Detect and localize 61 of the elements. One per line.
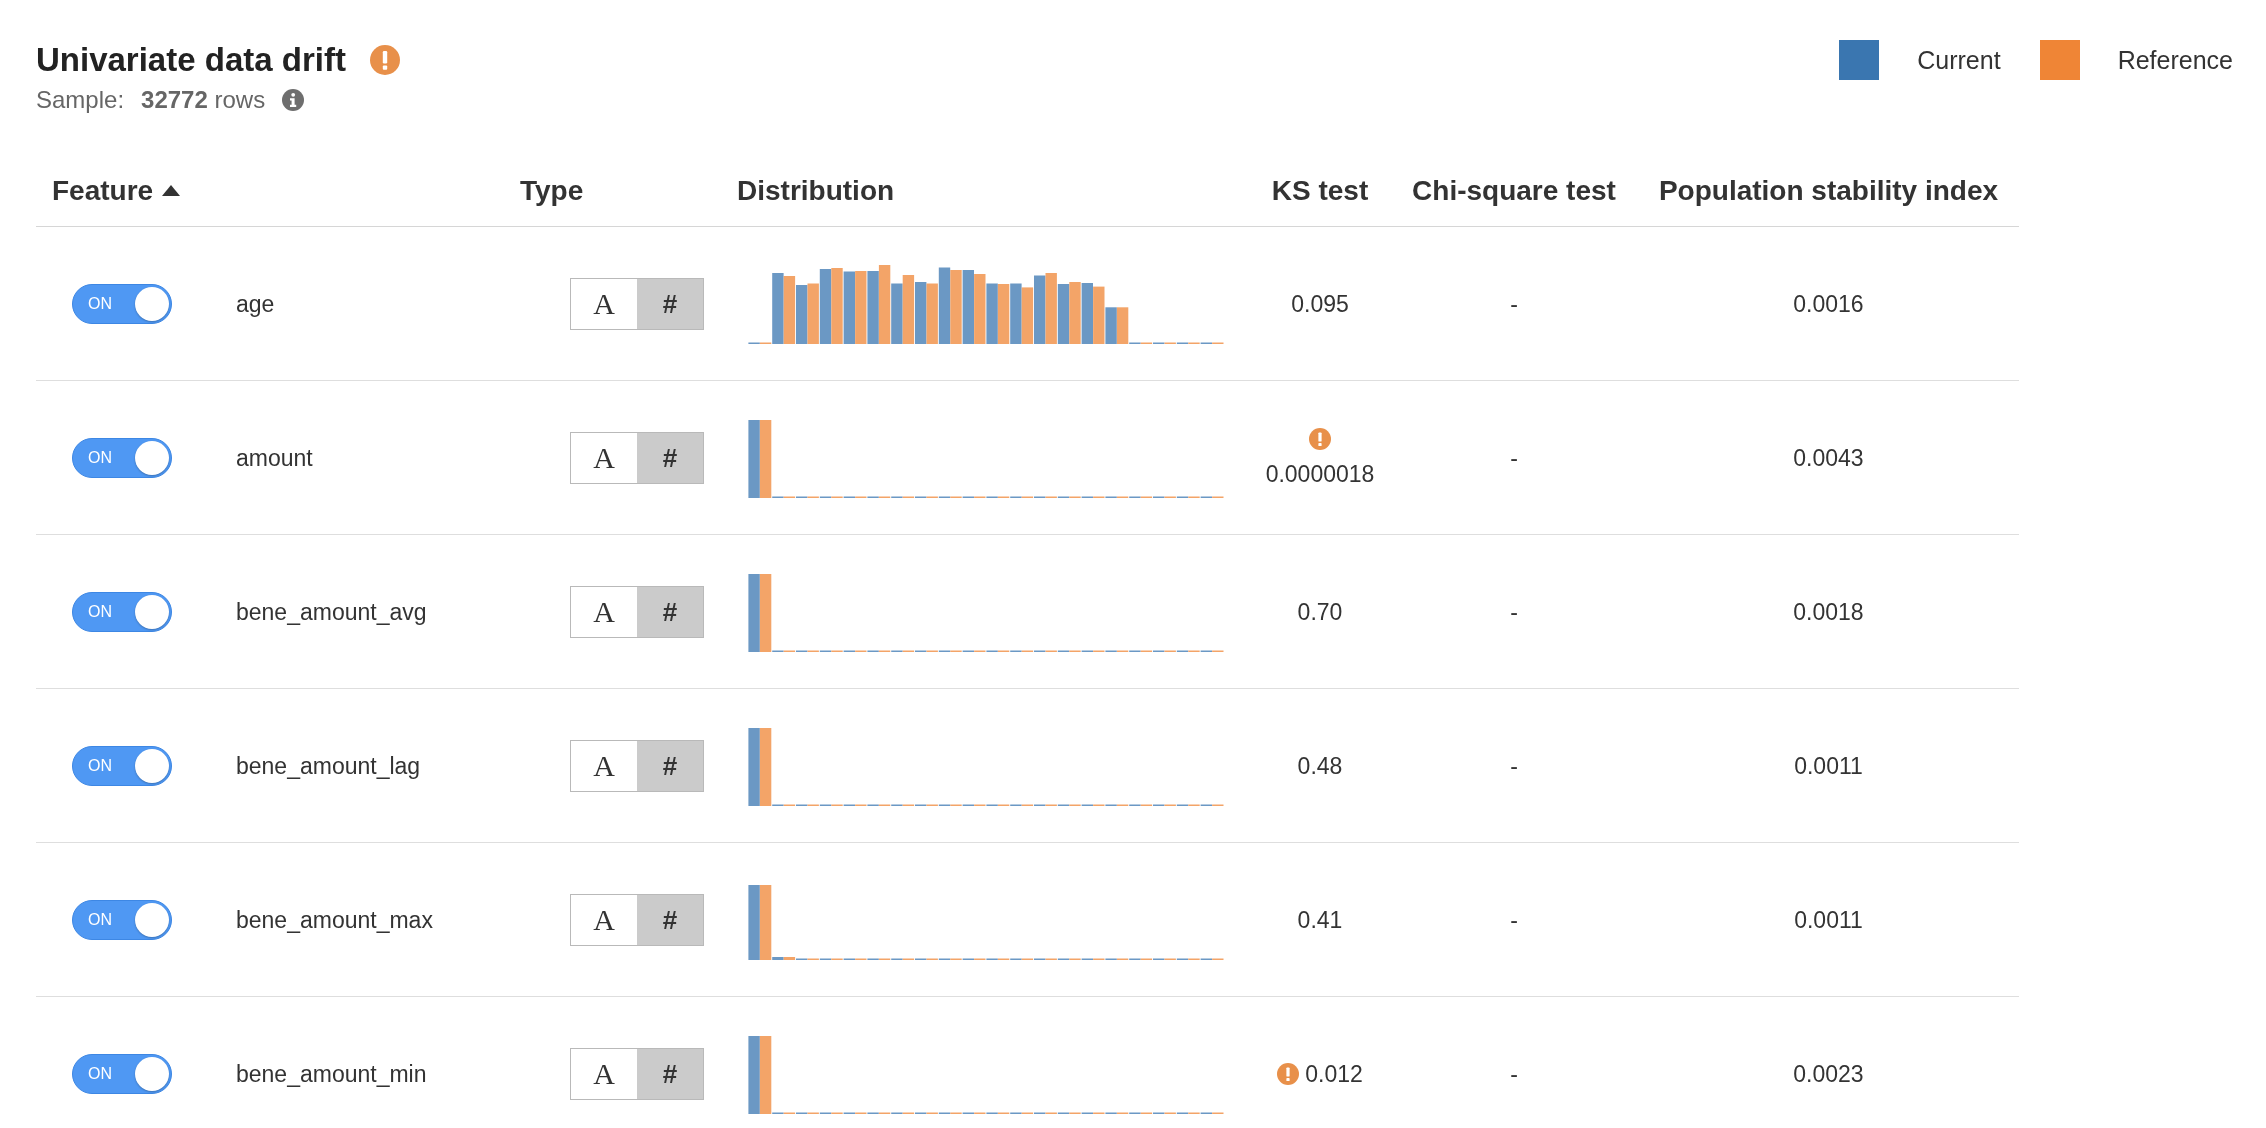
current-histogram-bar: [1010, 283, 1022, 344]
page-title: Univariate data drift: [36, 40, 346, 80]
reference-histogram-bar: [1069, 281, 1081, 344]
chi-square-value: -: [1510, 905, 1518, 934]
reference-histogram-bar: [1093, 286, 1105, 344]
column-header[interactable]: Population stability index: [1658, 173, 1999, 208]
info-icon[interactable]: [282, 89, 305, 111]
feature-name: bene_amount_lag: [236, 751, 421, 780]
reference-histogram-bar: [1045, 272, 1057, 344]
ks-test-value: 0.41: [1297, 905, 1343, 934]
current-histogram-bar: [1057, 283, 1070, 344]
reference-histogram-bar: [783, 956, 796, 960]
current-histogram-bar: [1081, 282, 1093, 344]
chi-square-value: -: [1510, 751, 1518, 780]
chi-square-value: -: [1510, 289, 1518, 318]
ks-test-value: 0.095: [1291, 289, 1349, 318]
column-header[interactable]: Chi-square test: [1412, 173, 1616, 208]
feature-name: age: [236, 289, 275, 318]
current-histogram-bar: [1034, 275, 1046, 344]
type-option-button[interactable]: #: [637, 1048, 703, 1099]
reference-histogram-bar: [807, 283, 819, 344]
psi-value: 0.0011: [1794, 905, 1863, 934]
current-histogram-bar: [986, 283, 998, 344]
type-option-button[interactable]: #: [637, 894, 703, 945]
psi-value: 0.0016: [1793, 289, 1864, 318]
ks-test-value: 0.70: [1297, 597, 1343, 626]
current-histogram-bar: [891, 283, 903, 344]
ks-test-value: 0.012: [1305, 1059, 1363, 1088]
sample-label: Sample:: [36, 86, 125, 114]
type-option-button[interactable]: #: [637, 740, 703, 791]
psi-value: 0.0023: [1793, 1059, 1864, 1088]
feature-name: bene_amount_max: [236, 905, 433, 934]
feature-name: bene_amount_min: [236, 1059, 427, 1088]
current-histogram-bar: [772, 272, 784, 344]
type-option-button[interactable]: #: [637, 278, 703, 329]
psi-value: 0.0043: [1793, 443, 1864, 472]
chi-square-value: -: [1510, 597, 1518, 626]
current-histogram-bar: [1105, 306, 1117, 344]
type-option-button[interactable]: #: [637, 432, 703, 483]
sample-size-text: 32772 rows: [141, 86, 266, 114]
current-histogram-bar: [796, 284, 808, 344]
column-header[interactable]: Feature: [52, 173, 154, 208]
ks-test-value: 0.48: [1297, 751, 1343, 780]
column-header[interactable]: Distribution: [737, 173, 895, 208]
sort-ascending-icon[interactable]: [162, 185, 181, 196]
legend-label: Reference: [2117, 45, 2233, 75]
ks-test-value: 0.0000018: [1265, 459, 1375, 488]
current-histogram-bar: [915, 281, 927, 344]
feature-name: bene_amount_avg: [236, 597, 427, 626]
psi-value: 0.0018: [1793, 597, 1864, 626]
chi-square-value: -: [1510, 443, 1518, 472]
type-option-button[interactable]: #: [637, 586, 703, 637]
current-histogram-bar: [772, 956, 784, 960]
column-header[interactable]: KS test: [1271, 173, 1369, 208]
feature-name: amount: [236, 443, 313, 472]
psi-value: 0.0011: [1794, 751, 1863, 780]
column-header[interactable]: Type: [520, 173, 584, 208]
reference-histogram-bar: [974, 273, 986, 344]
reference-histogram-bar: [926, 283, 938, 344]
legend-label: Current: [1917, 45, 2001, 75]
chi-square-value: -: [1510, 1059, 1518, 1088]
